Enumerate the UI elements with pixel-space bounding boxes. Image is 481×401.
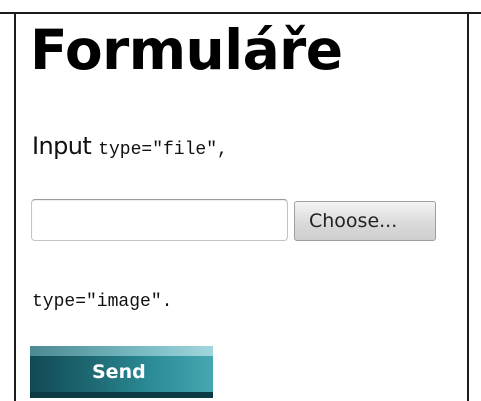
send-image-highlight	[30, 346, 213, 356]
intro-paragraph: Input type="file",	[32, 132, 228, 160]
image-paragraph: type="image".	[32, 292, 172, 312]
page-title: Formuláře	[30, 18, 343, 82]
file-path-input[interactable]	[31, 199, 288, 241]
intro-text: Input	[32, 132, 99, 160]
send-image-button[interactable]: Send	[30, 346, 213, 398]
send-image-shadow	[30, 392, 213, 398]
intro-code: type="file"	[98, 140, 218, 160]
frame-left-border	[14, 12, 16, 401]
image-code: type="image"	[32, 292, 162, 312]
frame-top-border	[0, 12, 481, 14]
intro-suffix: ,	[217, 140, 228, 160]
frame-right-border	[467, 12, 469, 401]
send-label: Send	[92, 361, 146, 383]
choose-file-button[interactable]: Choose...	[294, 201, 436, 241]
image-suffix: .	[161, 292, 173, 312]
